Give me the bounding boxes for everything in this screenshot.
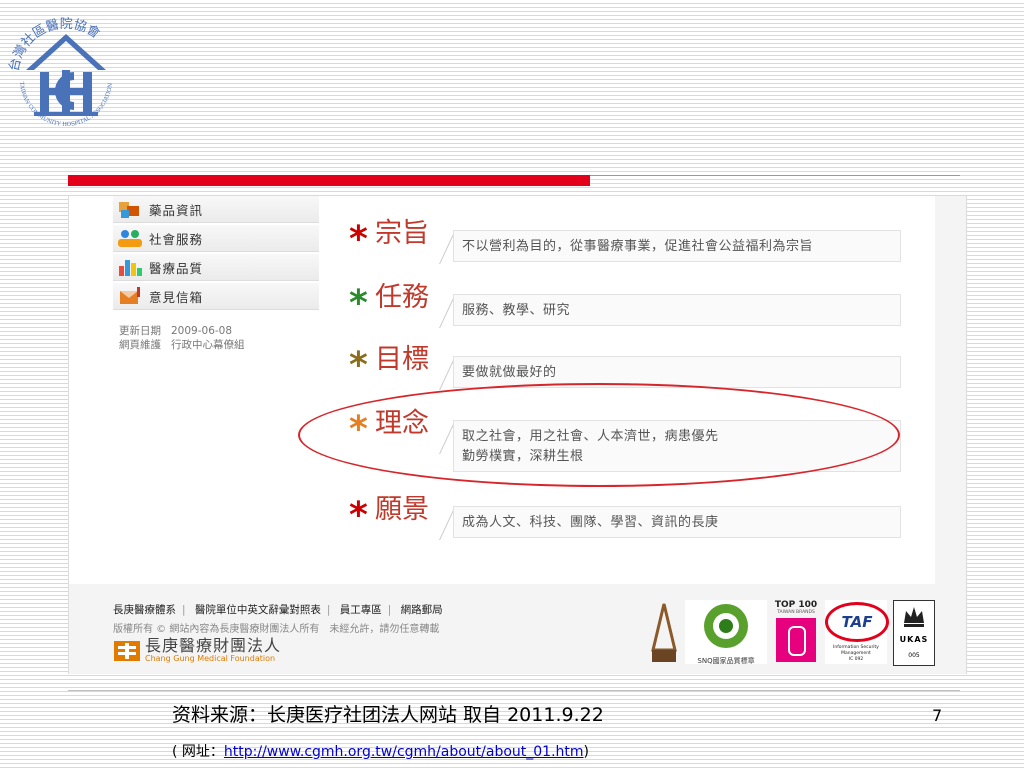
top100-mark-icon (776, 618, 816, 662)
mailbox-icon (113, 283, 149, 309)
sidebar-item-label: 醫療品質 (149, 260, 204, 276)
footer-link-staff[interactable]: 員工專區 (340, 604, 382, 616)
footer-links: 長庚醫療體系 | 醫院單位中英文辭彙對照表 | 員工專區 | 網路郵局 (113, 604, 443, 616)
snq-emblem-icon (704, 604, 748, 648)
certification-badges: SNQ國家品質標章 TOP 100 TAIWAN BRANDS TAF Info… (649, 600, 949, 666)
updated-date: 2009-06-08 (171, 325, 233, 337)
footer-link-webmail[interactable]: 網路郵局 (401, 604, 443, 616)
url-line: ( 网址：http://www.cgmh.org.tw/cgmh/about/a… (172, 741, 589, 761)
source-caption: 资料来源：长庚医疗社团法人网站 取自 2011.9.22 (172, 700, 604, 727)
copyright-text: 版權所有 © 網站內容為長庚醫療財團法人所有 未經允許，請勿任意轉載 (113, 624, 440, 635)
mission-text-box: 成為人文、科技、團隊、學習、資訊的長庚 (453, 506, 901, 538)
page-number: 7 (932, 706, 943, 725)
mission-text: 要做就做最好的 (462, 365, 557, 380)
snq-label: SNQ國家品質標章 (697, 657, 755, 665)
source-text: 资料来源：长庚医疗社团法人网站 取自 (172, 704, 508, 726)
url-suffix: ) (583, 744, 589, 760)
mission-row-purpose: * 宗旨 不以營利為目的，從事醫療事業，促進社會公益福利為宗旨 (349, 218, 901, 266)
sidebar-item-medicine[interactable]: 藥品資訊 (113, 196, 319, 223)
mission-title: 願景 (375, 494, 429, 525)
slide-header-bar (68, 175, 960, 186)
taf-logo-text: TAF (841, 613, 873, 631)
mission-text: 服務、教學、研究 (462, 303, 571, 318)
sidebar-item-label: 社會服務 (149, 231, 204, 247)
sidebar-item-feedback[interactable]: 意見信箱 (113, 283, 319, 310)
foundation-name: 長庚醫療財團法人 (145, 636, 282, 655)
community-icon (113, 225, 149, 251)
mission-title: 宗旨 (375, 218, 429, 249)
maintainer-label: 網頁維護 (119, 339, 161, 351)
source-url-link[interactable]: http://www.cgmh.org.tw/cgmh/about/about_… (224, 744, 584, 760)
sidebar-item-label: 藥品資訊 (149, 202, 204, 218)
sidebar-item-quality[interactable]: 醫療品質 (113, 254, 319, 281)
foundation-logo[interactable]: 長庚醫療財團法人 Chang Gung Medical Foundation (113, 636, 281, 666)
source-date: 2011.9.22 (507, 704, 604, 726)
mission-text-box: 服務、教學、研究 (453, 294, 901, 326)
ukas-code: 005 (908, 652, 920, 659)
top100-title: TOP 100 (774, 600, 818, 610)
asterisk-icon: * (349, 495, 368, 536)
mission-title: 目標 (375, 344, 429, 375)
mission-row-vision: * 願景 成為人文、科技、團隊、學習、資訊的長庚 (349, 494, 901, 542)
update-info: 更新日期 2009-06-08 網頁維護 行政中心幕僚組 (119, 324, 245, 352)
footer-link-system[interactable]: 長庚醫療體系 (113, 604, 176, 616)
caption-rule (68, 690, 960, 691)
quality-chart-icon (113, 254, 149, 280)
ukas-badge: UKAS 005 (893, 600, 935, 666)
asterisk-icon: * (349, 345, 368, 386)
sidebar-item-label: 意見信箱 (149, 289, 204, 305)
asterisk-icon: * (349, 219, 368, 260)
trophy-icon (651, 603, 677, 662)
maintainer-value: 行政中心幕僚組 (171, 339, 245, 351)
updated-label: 更新日期 (119, 325, 161, 337)
medicine-icon (113, 196, 149, 222)
top100-sub: TAIWAN BRANDS (777, 610, 815, 615)
red-accent-bar (68, 175, 590, 186)
snq-badge: SNQ國家品質標章 (685, 600, 767, 665)
top100-badge: TOP 100 TAIWAN BRANDS (773, 600, 819, 664)
taf-sub: Information Security Management (833, 645, 879, 656)
sidebar-menu: 藥品資訊 社會服務 醫療品質 意見信箱 (113, 196, 319, 312)
mission-text: 不以營利為目的，從事醫療事業，促進社會公益福利為宗旨 (462, 239, 814, 254)
crown-icon (904, 607, 924, 627)
mission-text: 成為人文、科技、團隊、學習、資訊的長庚 (462, 515, 719, 530)
mission-title: 任務 (375, 282, 429, 313)
ukas-label: UKAS (899, 635, 929, 644)
footer-link-glossary[interactable]: 醫院單位中英文辭彙對照表 (195, 604, 321, 616)
gray-rule (590, 175, 960, 176)
taf-badge: TAF Information Security Management IC 0… (825, 600, 889, 664)
highlight-ellipse (298, 383, 900, 487)
mission-row-task: * 任務 服務、教學、研究 (349, 282, 901, 330)
mission-text-box: 不以營利為目的，從事醫療事業，促進社會公益福利為宗旨 (453, 230, 901, 262)
mission-text-box: 要做就做最好的 (453, 356, 901, 388)
taf-code: IC 092 (848, 657, 864, 662)
chang-gung-emblem-icon (114, 641, 140, 661)
association-logo: 台灣社區醫院協會 TAIWAN COMMUNITY HOSPITAL ASSOC… (4, 14, 128, 138)
foundation-name-en: Chang Gung Medical Foundation (145, 654, 276, 663)
sidebar-item-social-service[interactable]: 社會服務 (113, 225, 319, 252)
url-prefix: ( 网址： (172, 744, 224, 760)
asterisk-icon: * (349, 283, 368, 324)
